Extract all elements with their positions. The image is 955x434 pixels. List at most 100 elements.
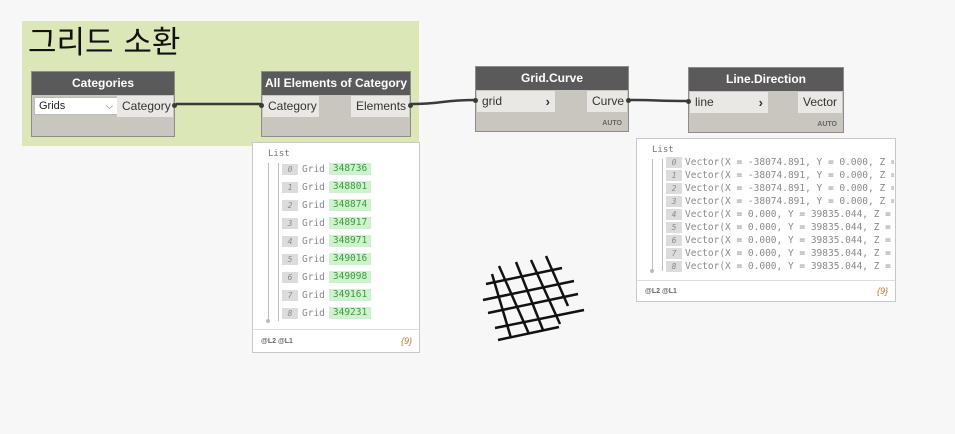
element-type: Grid bbox=[302, 199, 325, 211]
wire-elements[interactable] bbox=[410, 98, 477, 106]
list-levels[interactable]: @L2 @L1 bbox=[645, 288, 677, 295]
element-id[interactable]: 348736 bbox=[328, 163, 372, 175]
list-index: 3 bbox=[282, 217, 298, 229]
lacing-label[interactable]: AUTO bbox=[817, 121, 837, 128]
element-type: Grid bbox=[302, 271, 325, 283]
element-type: Grid bbox=[302, 217, 325, 229]
preview-footer-divider bbox=[637, 280, 895, 281]
list-index: 2 bbox=[282, 199, 298, 211]
input-port-line[interactable]: line › bbox=[690, 92, 768, 113]
list-levels[interactable]: @L2 @L1 bbox=[261, 338, 293, 345]
element-type: Grid bbox=[302, 181, 325, 193]
vector-value: Vector(X = 0.000, Y = 39835.044, Z = bbox=[685, 222, 891, 233]
element-id[interactable]: 348801 bbox=[328, 181, 372, 193]
list-index: 3 bbox=[666, 196, 682, 207]
input-port-category[interactable]: Category bbox=[263, 96, 319, 117]
vector-value: Vector(X = -38074.891, Y = 0.000, Z = bbox=[685, 170, 894, 181]
input-connector-dot[interactable] bbox=[686, 99, 691, 104]
list-index: 2 bbox=[666, 183, 682, 194]
preview-footer-divider bbox=[253, 329, 419, 330]
list-index: 6 bbox=[666, 235, 682, 246]
list-item[interactable]: 8 Vector(X = 0.000, Y = 39835.044, Z = bbox=[666, 261, 891, 275]
node-title: Grid.Curve bbox=[476, 67, 628, 90]
output-port-elements[interactable]: Elements bbox=[351, 96, 409, 117]
list-item[interactable]: 7 Vector(X = 0.000, Y = 39835.044, Z = bbox=[666, 248, 891, 262]
output-connector-dot[interactable] bbox=[626, 98, 631, 103]
list-index: 4 bbox=[282, 235, 298, 247]
list-item[interactable]: 3 Grid 348917 bbox=[282, 217, 372, 231]
list-tree-line bbox=[278, 163, 279, 321]
list-index: 7 bbox=[282, 289, 298, 301]
vector-value: Vector(X = 0.000, Y = 39835.044, Z = bbox=[685, 261, 891, 272]
list-index: 5 bbox=[666, 222, 682, 233]
list-item[interactable]: 2 Vector(X = -38074.891, Y = 0.000, Z = bbox=[666, 183, 894, 197]
vector-value: Vector(X = 0.000, Y = 39835.044, Z = bbox=[685, 248, 891, 259]
port-label: Category bbox=[268, 99, 317, 113]
wire-curve[interactable] bbox=[627, 98, 690, 103]
port-label: Category bbox=[122, 99, 171, 113]
preview-bubble-vectors[interactable]: List 0 Vector(X = -38074.891, Y = 0.000, … bbox=[636, 138, 896, 302]
item-count: {9} bbox=[876, 286, 888, 296]
chevron-right-icon: › bbox=[758, 95, 763, 110]
list-item[interactable]: 6 Grid 349098 bbox=[282, 271, 372, 285]
list-item[interactable]: 3 Vector(X = -38074.891, Y = 0.000, Z = bbox=[666, 196, 894, 210]
node-line-direction[interactable]: Line.Direction line › Vector AUTO bbox=[686, 67, 844, 133]
output-connector-dot[interactable] bbox=[172, 103, 177, 108]
list-item[interactable]: 1 Grid 348801 bbox=[282, 181, 372, 195]
input-connector-dot[interactable] bbox=[259, 103, 264, 108]
input-connector-dot[interactable] bbox=[473, 98, 478, 103]
output-connector-dot[interactable] bbox=[408, 103, 413, 108]
list-tree-line bbox=[662, 159, 663, 271]
grid-geometry-preview bbox=[482, 255, 585, 342]
list-tree-end bbox=[650, 269, 654, 273]
element-id[interactable]: 349231 bbox=[328, 307, 372, 319]
list-item[interactable]: 8 Grid 349231 bbox=[282, 307, 372, 321]
list-item[interactable]: 4 Vector(X = 0.000, Y = 39835.044, Z = bbox=[666, 209, 891, 223]
list-item[interactable]: 0 Grid 348736 bbox=[282, 163, 372, 177]
list-item[interactable]: 5 Grid 349016 bbox=[282, 253, 372, 267]
element-id[interactable]: 348971 bbox=[328, 235, 372, 247]
dropdown-value: Grids bbox=[39, 100, 66, 112]
port-label: Curve bbox=[592, 94, 625, 108]
vector-value: Vector(X = -38074.891, Y = 0.000, Z = bbox=[685, 157, 894, 168]
node-title: Line.Direction bbox=[689, 68, 843, 91]
output-port-category[interactable]: Category bbox=[117, 96, 173, 117]
element-id[interactable]: 349161 bbox=[328, 289, 372, 301]
list-item[interactable]: 5 Vector(X = 0.000, Y = 39835.044, Z = bbox=[666, 222, 891, 236]
output-port-curve[interactable]: Curve bbox=[587, 91, 627, 112]
item-count: {9} bbox=[400, 336, 412, 346]
element-id[interactable]: 349016 bbox=[328, 253, 372, 265]
vector-value: Vector(X = -38074.891, Y = 0.000, Z = bbox=[685, 196, 894, 207]
element-id[interactable]: 349098 bbox=[328, 271, 372, 283]
list-item[interactable]: 4 Grid 348971 bbox=[282, 235, 372, 249]
node-title: Categories bbox=[32, 72, 174, 95]
preview-bubble-elements[interactable]: List 0 Grid 348736 1 Grid 348801 2 Grid 348874… bbox=[252, 142, 420, 353]
chevron-down-icon: ⌵ bbox=[106, 101, 113, 111]
vector-value: Vector(X = 0.000, Y = 39835.044, Z = bbox=[685, 235, 891, 246]
list-index: 0 bbox=[282, 163, 298, 175]
list-index: 1 bbox=[666, 170, 682, 181]
list-item[interactable]: 1 Vector(X = -38074.891, Y = 0.000, Z = bbox=[666, 170, 894, 184]
node-grid-curve[interactable]: Grid.Curve grid › Curve AUTO bbox=[473, 66, 631, 132]
list-index: 1 bbox=[282, 181, 298, 193]
list-item[interactable]: 0 Vector(X = -38074.891, Y = 0.000, Z = bbox=[666, 157, 894, 171]
list-item[interactable]: 7 Grid 349161 bbox=[282, 289, 372, 303]
node-all-elements-of-category[interactable]: All Elements of Category Category Elemen… bbox=[259, 71, 413, 137]
list-tree-line bbox=[652, 159, 653, 271]
input-port-grid[interactable]: grid › bbox=[477, 91, 555, 112]
output-port-vector[interactable]: Vector bbox=[798, 92, 842, 113]
element-type: Grid bbox=[302, 307, 325, 319]
vector-list[interactable]: 0 Vector(X = -38074.891, Y = 0.000, Z = 1… bbox=[666, 157, 894, 277]
list-item[interactable]: 6 Vector(X = 0.000, Y = 39835.044, Z = bbox=[666, 235, 891, 249]
element-type: Grid bbox=[302, 235, 325, 247]
node-categories[interactable]: Categories Grids ⌵ Category bbox=[31, 71, 177, 137]
element-id[interactable]: 348917 bbox=[328, 217, 372, 229]
category-dropdown[interactable]: Grids ⌵ bbox=[34, 97, 119, 115]
vector-value: Vector(X = 0.000, Y = 39835.044, Z = bbox=[685, 209, 891, 220]
node-title: All Elements of Category bbox=[262, 72, 410, 95]
element-id[interactable]: 348874 bbox=[328, 199, 372, 211]
list-index: 8 bbox=[666, 261, 682, 272]
lacing-label[interactable]: AUTO bbox=[602, 120, 622, 127]
list-item[interactable]: 2 Grid 348874 bbox=[282, 199, 372, 213]
list-index: 8 bbox=[282, 307, 298, 319]
